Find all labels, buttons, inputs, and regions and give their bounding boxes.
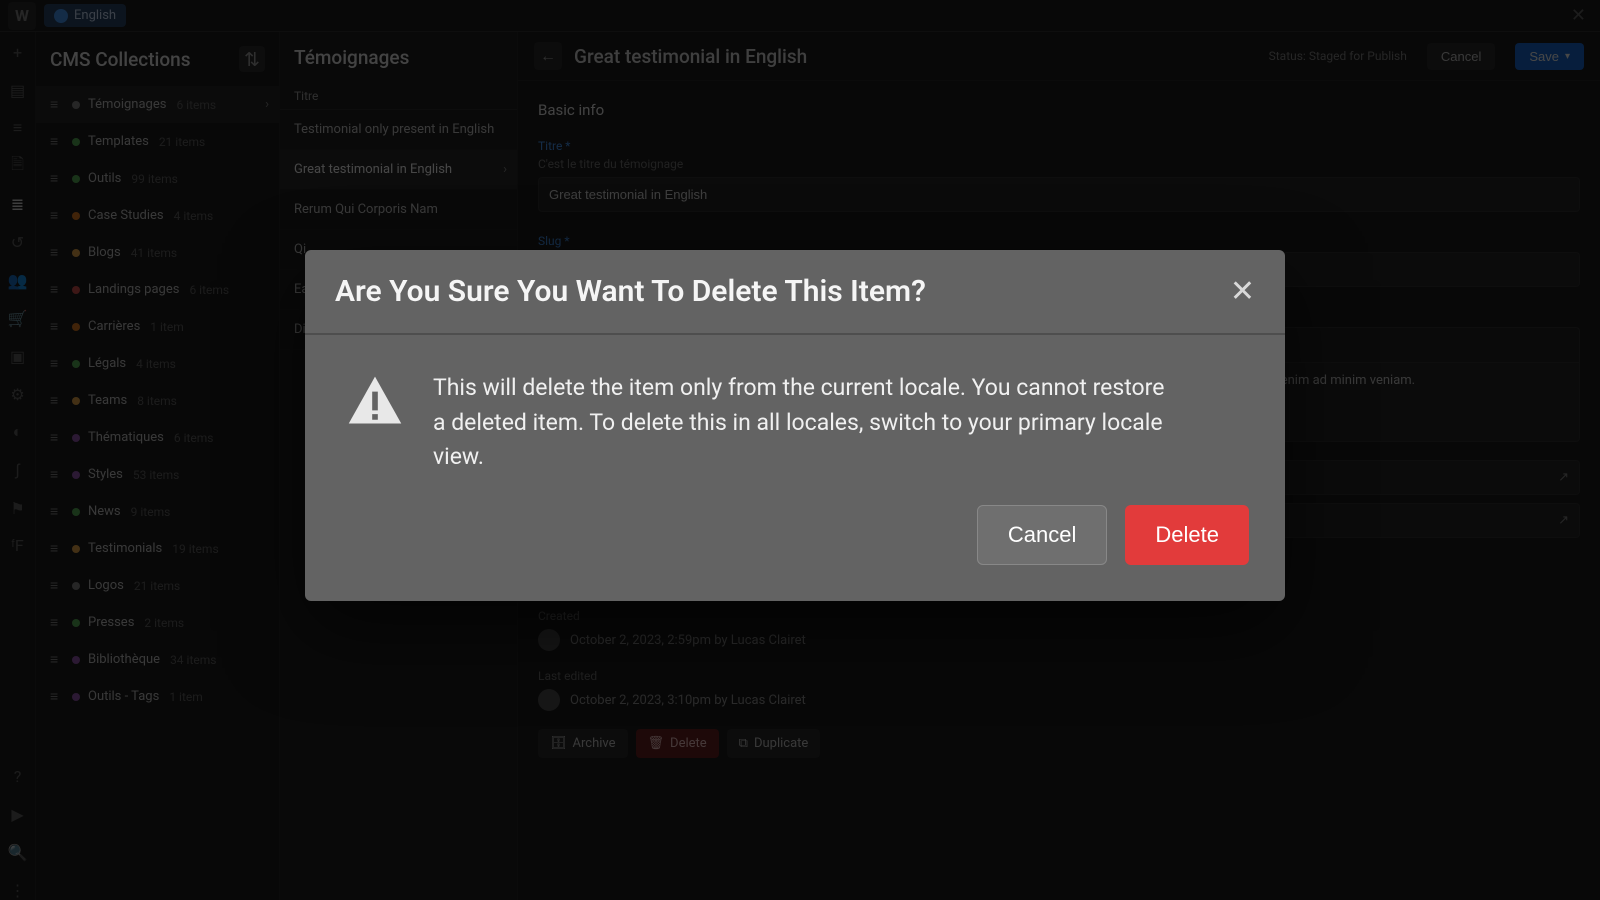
modal-cancel-button[interactable]: Cancel [977,505,1107,565]
modal-delete-button[interactable]: Delete [1125,505,1249,565]
close-icon[interactable]: ✕ [1230,277,1255,307]
warning-icon [345,371,405,431]
delete-confirm-modal: Are You Sure You Want To Delete This Ite… [305,250,1285,601]
modal-title: Are You Sure You Want To Delete This Ite… [335,274,926,309]
modal-body-text: This will delete the item only from the … [433,371,1173,475]
